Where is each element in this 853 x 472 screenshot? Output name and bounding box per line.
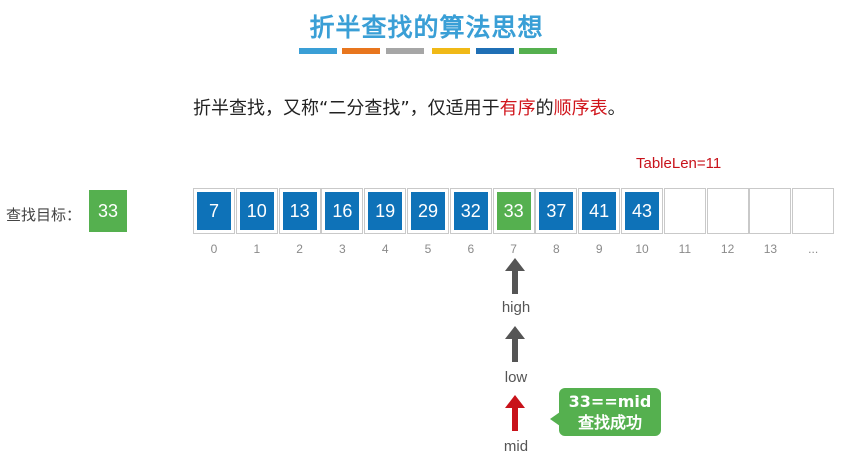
array-index: 5 — [424, 242, 432, 256]
high-arrow-icon — [505, 258, 525, 294]
title-color-bar — [299, 48, 337, 54]
array-cell: 41 — [578, 188, 621, 234]
array-cell: 10 — [235, 188, 278, 234]
array-index: 4 — [381, 242, 389, 256]
array-index: 6 — [467, 242, 475, 256]
array-cell — [706, 188, 749, 234]
array-index: 12 — [720, 242, 735, 256]
array-cell: 37 — [535, 188, 578, 234]
array-index: 11 — [678, 242, 692, 256]
array-value: 41 — [582, 192, 617, 230]
title-color-bar — [519, 48, 557, 54]
array-cell — [792, 188, 835, 234]
array-value: 7 — [197, 192, 231, 230]
array-cell: 33 — [492, 188, 535, 234]
description-ordered: 有序 — [499, 98, 536, 119]
result-success-text: 查找成功 — [577, 413, 642, 432]
low-pointer-label: low — [504, 369, 528, 386]
array-value: 29 — [411, 192, 445, 230]
array-index: 0 — [210, 242, 218, 256]
array-cell — [663, 188, 706, 234]
description-of: 的 — [535, 98, 554, 119]
array-value: 32 — [453, 192, 488, 230]
array-cell — [749, 188, 792, 234]
array-cell: 32 — [449, 188, 492, 234]
mid-pointer-label: mid — [503, 438, 529, 455]
description-prefix: 折半查找，又称“二分查找”，仅适用于 — [193, 98, 500, 119]
title-color-bar — [342, 48, 380, 54]
array-index: 7 — [510, 242, 517, 256]
description-sequential-table: 顺序表 — [553, 98, 608, 119]
array-value-found: 33 — [496, 192, 531, 230]
array-cell: 16 — [321, 188, 364, 234]
array-cell: 19 — [364, 188, 407, 234]
page-title: 折半查找的算法思想 — [309, 13, 544, 42]
mid-arrow-shape — [505, 395, 525, 431]
description-text: 折半查找，又称“二分查找”，仅适用于有序的顺序表。 — [193, 94, 626, 120]
title-color-bar — [476, 48, 514, 54]
array-cell: 29 — [407, 188, 449, 234]
array-index: 8 — [553, 242, 560, 256]
description-suffix: 。 — [607, 98, 626, 119]
title-color-bar — [386, 48, 424, 54]
array-index: ... — [808, 242, 819, 256]
title-color-bar — [432, 48, 470, 54]
array-cell: 43 — [621, 188, 663, 234]
table-length-label: TableLen=11 — [636, 155, 722, 172]
array-value: 16 — [325, 192, 360, 230]
array-value: 10 — [239, 192, 274, 230]
array-index: 10 — [635, 242, 649, 256]
array-value: 43 — [625, 192, 659, 230]
result-callout: 33==mid 查找成功 — [550, 388, 661, 436]
array-cell: 7 — [193, 188, 235, 234]
array-index: 9 — [595, 242, 603, 256]
low-arrow-icon — [505, 326, 525, 362]
array-value: 37 — [539, 192, 574, 230]
array-index: 3 — [339, 242, 346, 256]
array-value: 13 — [282, 192, 317, 230]
array-index: 13 — [763, 242, 778, 256]
array-cell: 13 — [278, 188, 321, 234]
search-target-value: 33 — [89, 190, 127, 232]
search-target-label: 查找目标： — [6, 206, 82, 224]
array-index: 1 — [253, 242, 261, 256]
array-value: 19 — [368, 192, 403, 230]
high-arrow-shape — [505, 258, 525, 294]
result-comparison: 33==mid — [568, 392, 652, 411]
array-index: 2 — [296, 242, 303, 256]
low-arrow-shape — [505, 326, 525, 362]
high-pointer-label: high — [501, 299, 531, 316]
mid-arrow-icon — [505, 395, 525, 431]
